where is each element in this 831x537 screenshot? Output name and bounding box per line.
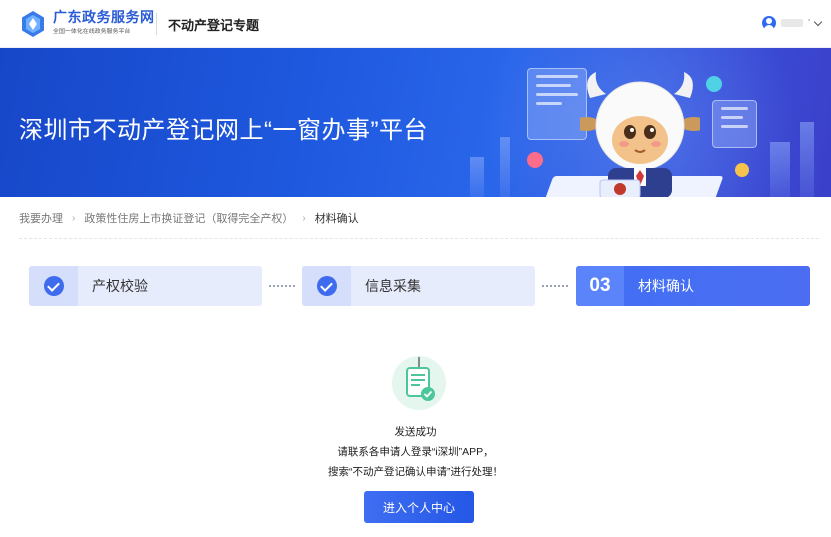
banner-bubble [735, 163, 749, 177]
step-label: 信息采集 [365, 278, 421, 294]
banner-title: 深圳市不动产登记网上“一窗办事”平台 [19, 117, 428, 144]
breadcrumb-separator-icon: › [302, 212, 306, 224]
success-instruction-1: 请联系各申请人登录“i深圳”APP， [337, 446, 494, 458]
user-menu[interactable]: ' [762, 16, 823, 30]
banner-bubble [527, 152, 543, 168]
success-instruction-2: 搜索“不动产登记确认申请”进行处理！ [328, 466, 503, 478]
success-title: 发送成功 [394, 426, 437, 438]
step-number: 03 [576, 266, 624, 306]
user-avatar-icon [762, 16, 777, 30]
breadcrumb-item-handle[interactable]: 我要办理 [19, 210, 63, 226]
breadcrumb-separator-icon: › [72, 212, 76, 224]
step-material-confirm: 03 材料确认 [576, 266, 810, 306]
top-header: 广东政务服务网 全国一体化在线政务服务平台 不动产登记专题 ' [0, 0, 831, 48]
mascot-illustration [580, 72, 700, 197]
step-label: 材料确认 [638, 278, 694, 294]
brand-subtitle: 全国一体化在线政务服务平台 [53, 28, 131, 35]
banner-decoration [800, 122, 814, 197]
step-property-check: 产权校验 [29, 266, 262, 306]
banner-panel [527, 68, 587, 140]
user-name: ' [808, 17, 810, 29]
breadcrumb: 我要办理 › 政策性住房上市换证登记（取得完全产权） › 材料确认 [19, 210, 359, 226]
hero-banner: 深圳市不动产登记网上“一窗办事”平台 [0, 48, 831, 197]
breadcrumb-item-current: 材料确认 [314, 213, 359, 225]
step-icon-box [302, 266, 351, 306]
document-check-icon [392, 356, 446, 410]
brand[interactable]: 广东政务服务网 全国一体化在线政务服务平台 [53, 9, 155, 38]
brand-name: 广东政务服务网 [53, 9, 155, 25]
personal-center-button[interactable]: 进入个人中心 [364, 491, 474, 523]
user-name-masked [781, 19, 804, 27]
breadcrumb-item-policy-housing[interactable]: 政策性住房上市换证登记（取得完全产权） [84, 210, 293, 226]
check-circle-icon [316, 276, 337, 296]
banner-decoration [500, 137, 510, 197]
gov-logo-icon[interactable] [19, 10, 47, 38]
topic-title: 不动产登记专题 [168, 18, 260, 33]
step-info-collection: 信息采集 [302, 266, 535, 306]
banner-panel [712, 100, 757, 148]
section-divider [19, 238, 819, 239]
banner-decoration [770, 142, 790, 197]
banner-decoration [470, 157, 484, 197]
chevron-down-icon [813, 17, 823, 26]
step-connector [269, 285, 295, 287]
banner-bubble [706, 76, 722, 92]
check-circle-icon [43, 276, 64, 296]
step-label: 产权校验 [92, 278, 148, 294]
step-connector [542, 285, 568, 287]
step-icon-box [29, 266, 78, 306]
header-divider [156, 13, 157, 35]
